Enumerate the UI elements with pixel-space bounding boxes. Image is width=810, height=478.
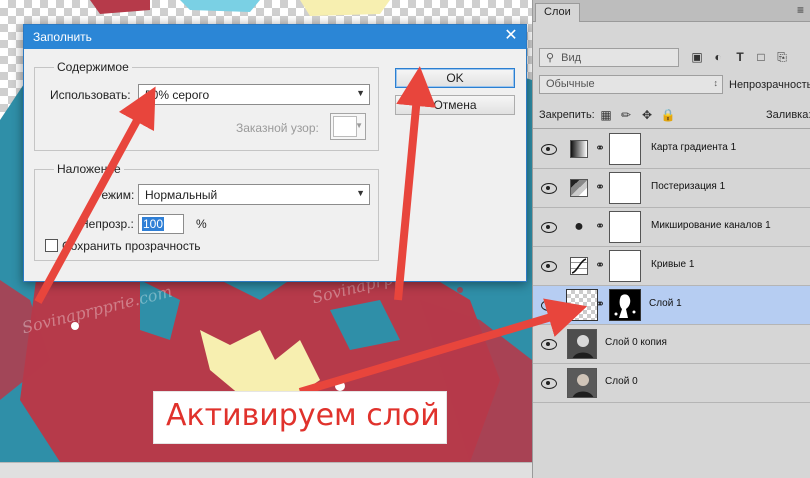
layer-mask-thumbnail[interactable]: [609, 172, 641, 204]
mode-dropdown[interactable]: Нормальный ▼: [138, 184, 370, 205]
visibility-eye-icon[interactable]: [540, 298, 557, 312]
layer-row[interactable]: Слой 0 копия: [533, 325, 810, 364]
tab-layers[interactable]: Слои: [535, 3, 580, 22]
visibility-eye-icon[interactable]: [540, 337, 557, 351]
portrait-icon: [568, 369, 596, 397]
canvas-status-strip: [0, 462, 532, 478]
layer-mask-thumbnail[interactable]: [609, 133, 641, 165]
layer-opacity-label: Непрозрачность:: [729, 79, 810, 91]
visibility-eye-icon[interactable]: [540, 220, 557, 234]
preserve-transparency-label[interactable]: Сохранить прозрачность: [62, 239, 201, 253]
chevron-updown-icon: ↕: [713, 78, 719, 88]
layer-name: Слой 0 копия: [605, 337, 667, 348]
link-icon: ⚭: [595, 180, 606, 194]
layer-name: Кривые 1: [651, 259, 695, 270]
ok-button[interactable]: OK: [395, 68, 515, 88]
link-icon: ⚭: [595, 141, 606, 155]
opacity-value: 100: [142, 217, 165, 231]
layer-name: Слой 1: [649, 298, 682, 309]
opacity-input[interactable]: 100: [138, 214, 184, 234]
layer-mask-thumbnail[interactable]: [609, 211, 641, 243]
opacity-unit: %: [196, 217, 207, 231]
layer-name: Постеризация 1: [651, 181, 726, 192]
channel-mixer-icon: ●: [574, 218, 584, 235]
lock-transparent-icon[interactable]: ▦: [598, 107, 614, 123]
mode-label: Режим:: [94, 188, 135, 202]
curves-icon: [570, 257, 588, 275]
pattern-swatch: [333, 116, 357, 137]
portrait-icon: [568, 330, 596, 358]
lock-label: Закрепить:: [539, 109, 595, 121]
filter-type-icon[interactable]: T: [732, 49, 748, 65]
cancel-button[interactable]: Отмена: [395, 95, 515, 115]
gradient-map-icon: [570, 140, 588, 158]
custom-pattern-picker[interactable]: ▼: [330, 113, 366, 140]
close-icon[interactable]: ✕: [502, 27, 520, 45]
visibility-eye-icon[interactable]: [540, 376, 557, 390]
blend-mode-dropdown[interactable]: Обычные ↕: [539, 75, 723, 94]
layer-filter-value: Вид: [561, 52, 582, 64]
contents-legend: Содержимое: [54, 60, 132, 74]
posterize-icon: [570, 179, 588, 197]
search-icon: ⚲: [546, 52, 555, 64]
filter-pixel-icon[interactable]: ▣: [689, 49, 705, 65]
chevron-down-icon: ▼: [355, 121, 363, 130]
photo-thumbnail[interactable]: [567, 329, 597, 359]
layer-name: Карта градиента 1: [651, 142, 737, 153]
layer-filter-dropdown[interactable]: ⚲ Вид: [539, 48, 679, 67]
layer-row[interactable]: Слой 0: [533, 364, 810, 403]
fill-dialog: Заполнить ✕ Содержимое Использовать: 50%…: [23, 24, 527, 282]
layer-mask-thumbnail[interactable]: [609, 289, 641, 321]
panel-divider: [533, 128, 810, 129]
visibility-eye-icon[interactable]: [540, 181, 557, 195]
use-dropdown-value: 50% серого: [145, 88, 210, 102]
photo-thumbnail[interactable]: [567, 368, 597, 398]
lock-icon[interactable]: 🔒: [660, 107, 676, 123]
panel-tabbar: Слои ≡: [533, 0, 810, 22]
custom-pattern-label: Заказной узор:: [236, 121, 319, 135]
layers-empty-area: [533, 404, 810, 478]
chevron-down-icon: ▼: [356, 88, 365, 98]
filter-smart-object-icon[interactable]: ⎘: [774, 49, 790, 65]
mask-silhouette: [614, 294, 636, 318]
layer-row[interactable]: ⚭ Карта градиента 1: [533, 130, 810, 169]
dialog-title: Заполнить: [33, 30, 92, 44]
layer-name: Слой 0: [605, 376, 638, 387]
layers-panel: Слои ≡ ⚲ Вид ▣ ◐ T □ ⎘ Обычные ↕ Непрозр…: [532, 0, 810, 478]
blend-mode-value: Обычные: [546, 78, 595, 90]
visibility-eye-icon[interactable]: [540, 259, 557, 273]
link-icon: ⚭: [595, 258, 606, 272]
transparent-layer-thumbnail[interactable]: [566, 289, 598, 321]
panel-menu-icon[interactable]: ≡: [797, 3, 804, 17]
layer-mask-thumbnail[interactable]: [609, 250, 641, 282]
layer-row[interactable]: ● ⚭ Микширование каналов 1: [533, 208, 810, 247]
visibility-eye-icon[interactable]: [540, 142, 557, 156]
layer-row[interactable]: ⚭ Кривые 1: [533, 247, 810, 286]
annotation-callout: Активируем слой: [153, 391, 447, 444]
contents-group: [34, 67, 379, 151]
blending-legend: Наложение: [54, 162, 124, 176]
filter-adjustment-icon[interactable]: ◐: [710, 49, 726, 65]
link-icon: ⚭: [595, 219, 606, 233]
mode-dropdown-value: Нормальный: [145, 188, 218, 202]
layer-row-selected[interactable]: ⚭ Слой 1: [533, 286, 810, 325]
link-icon: ⚭: [595, 297, 606, 311]
layer-name: Микширование каналов 1: [651, 220, 771, 231]
filter-shape-icon[interactable]: □: [753, 49, 769, 65]
curve-line: [571, 258, 587, 274]
brush-icon[interactable]: ✏: [618, 107, 634, 123]
move-icon[interactable]: ✥: [639, 107, 655, 123]
use-label: Использовать:: [50, 88, 131, 102]
preserve-transparency-checkbox[interactable]: [45, 239, 58, 252]
callout-text: Активируем слой: [166, 398, 440, 433]
opacity-label: Непрозр.:: [80, 217, 134, 231]
fill-label: Заливка:: [766, 109, 810, 121]
chevron-down-icon: ▼: [356, 188, 365, 198]
use-dropdown[interactable]: 50% серого ▼: [138, 84, 370, 105]
layer-row[interactable]: ⚭ Постеризация 1: [533, 169, 810, 208]
dialog-titlebar[interactable]: Заполнить ✕: [24, 25, 526, 49]
